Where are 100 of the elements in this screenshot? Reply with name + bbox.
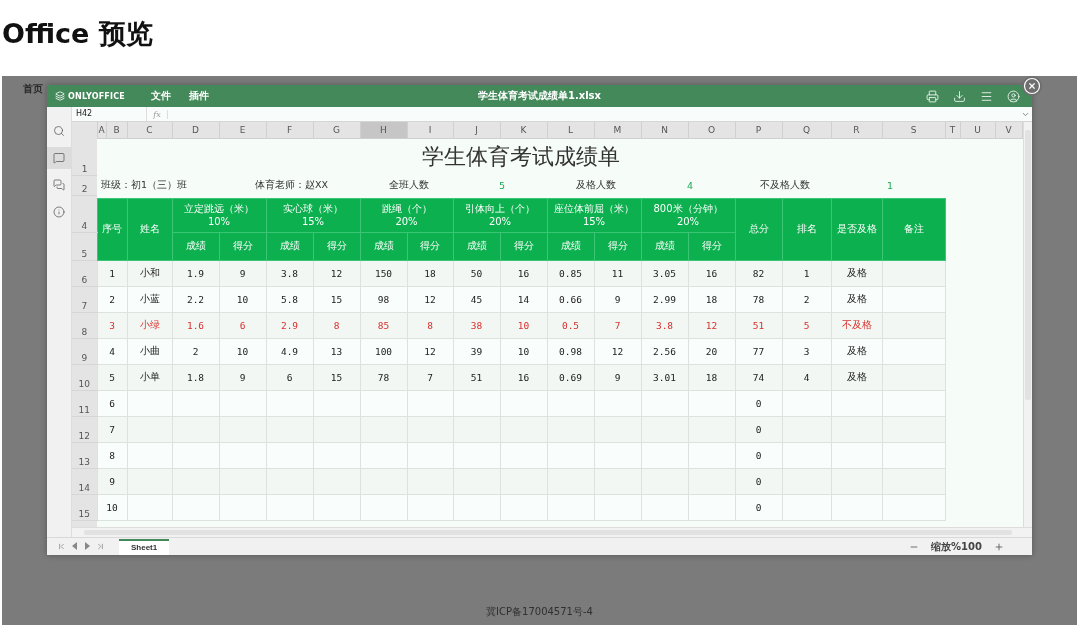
row-number[interactable]: 12 xyxy=(72,416,97,443)
column-letter[interactable]: V xyxy=(995,122,1022,139)
column-letter[interactable]: G xyxy=(313,122,360,139)
column-letter[interactable]: O xyxy=(688,122,735,139)
row-number[interactable]: 8 xyxy=(72,312,97,339)
table-cell: 0.5 xyxy=(547,312,594,339)
row-number[interactable]: 14 xyxy=(72,468,97,495)
table-cell: 9 xyxy=(219,364,266,391)
row-number[interactable]: 2 xyxy=(72,175,97,196)
table-cell: 20 xyxy=(688,338,735,365)
column-letter[interactable]: R xyxy=(831,122,882,139)
table-cell: 0 xyxy=(735,494,782,521)
column-letter[interactable]: P xyxy=(735,122,782,139)
column-header: 是否及格 xyxy=(831,198,882,261)
column-letter[interactable]: N xyxy=(641,122,688,139)
table-cell: 12 xyxy=(594,338,641,365)
table-cell: 12 xyxy=(407,286,453,313)
table-cell: 3 xyxy=(782,338,831,365)
column-letter[interactable]: J xyxy=(453,122,500,139)
table-cell: 10 xyxy=(500,312,547,339)
column-letter[interactable]: B xyxy=(106,122,127,139)
column-letter[interactable]: S xyxy=(882,122,945,139)
table-cell: 4 xyxy=(782,364,831,391)
table-cell: 16 xyxy=(688,260,735,287)
row-number[interactable]: 5 xyxy=(72,232,97,261)
row-number[interactable]: 6 xyxy=(72,260,97,287)
column-letter[interactable]: D xyxy=(172,122,219,139)
column-header: 序号 xyxy=(97,198,127,261)
column-group-header: 引体向上（个） 20% xyxy=(453,198,547,233)
table-cell: 8 xyxy=(97,442,127,469)
table-cell: 16 xyxy=(500,364,547,391)
table-cell: 8 xyxy=(313,312,360,339)
table-cell: 5.8 xyxy=(266,286,313,313)
info-label: 及格人数 xyxy=(575,178,617,192)
table-cell: 85 xyxy=(360,312,407,339)
column-letter[interactable]: F xyxy=(266,122,313,139)
table-cell: 5 xyxy=(97,364,127,391)
table-cell: 6 xyxy=(266,364,313,391)
table-cell: 0 xyxy=(735,468,782,495)
table-cell: 及格 xyxy=(831,364,882,391)
table-cell: 10 xyxy=(500,338,547,365)
footer-text: 冀ICP备17004571号-4 xyxy=(486,605,593,619)
column-letter[interactable]: H xyxy=(360,122,407,139)
column-group-header: 实心球（米） 15% xyxy=(266,198,360,233)
column-letter[interactable]: A xyxy=(97,122,106,139)
column-letter[interactable]: C xyxy=(127,122,172,139)
table-cell: 3 xyxy=(97,312,127,339)
info-label: 全班人数 xyxy=(387,178,430,192)
table-cell: 14 xyxy=(500,286,547,313)
table-cell: 2 xyxy=(172,338,219,365)
table-cell: 7 xyxy=(407,364,453,391)
page-title: Office 预览 xyxy=(2,17,154,51)
menu-item[interactable]: 插件 xyxy=(188,89,209,103)
table-cell: 4 xyxy=(97,338,127,365)
table-cell: 及格 xyxy=(831,338,882,365)
table-cell: 1 xyxy=(97,260,127,287)
app-name: ONLYOFFICE xyxy=(68,91,125,101)
table-cell: 18 xyxy=(688,286,735,313)
table-cell: 1.6 xyxy=(172,312,219,339)
table-cell: 15 xyxy=(313,286,360,313)
row-number[interactable]: 10 xyxy=(72,364,97,391)
row-number[interactable]: 11 xyxy=(72,390,97,417)
table-cell: 74 xyxy=(735,364,782,391)
table-cell: 6 xyxy=(219,312,266,339)
table-cell: 51 xyxy=(735,312,782,339)
table-cell: 77 xyxy=(735,338,782,365)
table-cell: 100 xyxy=(360,338,407,365)
table-cell: 18 xyxy=(407,260,453,287)
table-cell: 10 xyxy=(219,286,266,313)
row-number[interactable]: 13 xyxy=(72,442,97,469)
menu-item[interactable]: 文件 xyxy=(150,89,171,103)
cell-reference[interactable]: H42 xyxy=(72,107,147,121)
table-cell: 7 xyxy=(594,312,641,339)
column-letter[interactable]: E xyxy=(219,122,266,139)
column-header: 排名 xyxy=(782,198,831,261)
table-cell: 7 xyxy=(97,416,127,443)
table-cell: 0 xyxy=(735,416,782,443)
column-letter[interactable]: K xyxy=(500,122,547,139)
column-letter[interactable]: L xyxy=(547,122,594,139)
table-cell: 8 xyxy=(407,312,453,339)
column-letter[interactable]: Q xyxy=(782,122,831,139)
row-number[interactable]: 4 xyxy=(72,198,97,233)
table-cell: 98 xyxy=(360,286,407,313)
row-number[interactable]: 9 xyxy=(72,338,97,365)
table-cell: 18 xyxy=(688,364,735,391)
table-cell: 0 xyxy=(735,390,782,417)
table-cell: 小和 xyxy=(127,260,172,287)
row-number[interactable]: 15 xyxy=(72,494,97,521)
row-number[interactable]: 1 xyxy=(72,138,97,176)
info-label: 不及格人数 xyxy=(759,178,811,192)
column-letter[interactable]: I xyxy=(407,122,453,139)
table-cell: 2 xyxy=(97,286,127,313)
sheet-tab[interactable]: Sheet1 xyxy=(119,538,170,555)
row-number[interactable]: 7 xyxy=(72,286,97,313)
column-letter[interactable]: M xyxy=(594,122,641,139)
table-cell: 78 xyxy=(735,286,782,313)
table-cell: 3.8 xyxy=(266,260,313,287)
column-letter[interactable]: U xyxy=(960,122,995,139)
info-label: 体育老师：赵XX xyxy=(254,178,329,192)
table-cell: 45 xyxy=(453,286,500,313)
